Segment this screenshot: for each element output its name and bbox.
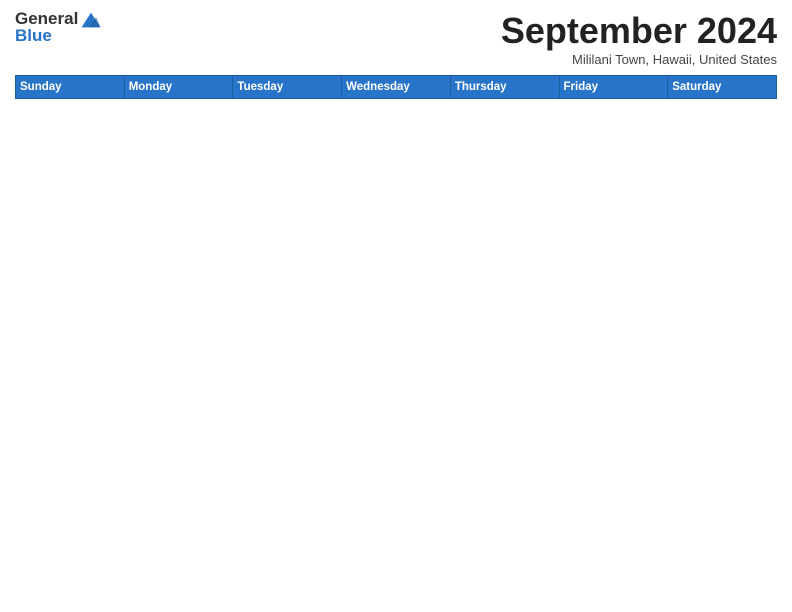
th-wednesday: Wednesday [342,76,451,99]
th-friday: Friday [559,76,668,99]
th-sunday: Sunday [16,76,125,99]
th-monday: Monday [124,76,233,99]
th-saturday: Saturday [668,76,777,99]
th-thursday: Thursday [450,76,559,99]
title-area: September 2024 Mililani Town, Hawaii, Un… [501,10,777,67]
location-text: Mililani Town, Hawaii, United States [501,52,777,67]
logo-blue: Blue [15,26,102,46]
logo-triangle-icon [80,11,102,29]
th-tuesday: Tuesday [233,76,342,99]
calendar: Sunday Monday Tuesday Wednesday Thursday… [15,75,777,99]
logo: General Blue [15,10,102,46]
month-year-title: September 2024 [501,10,777,52]
